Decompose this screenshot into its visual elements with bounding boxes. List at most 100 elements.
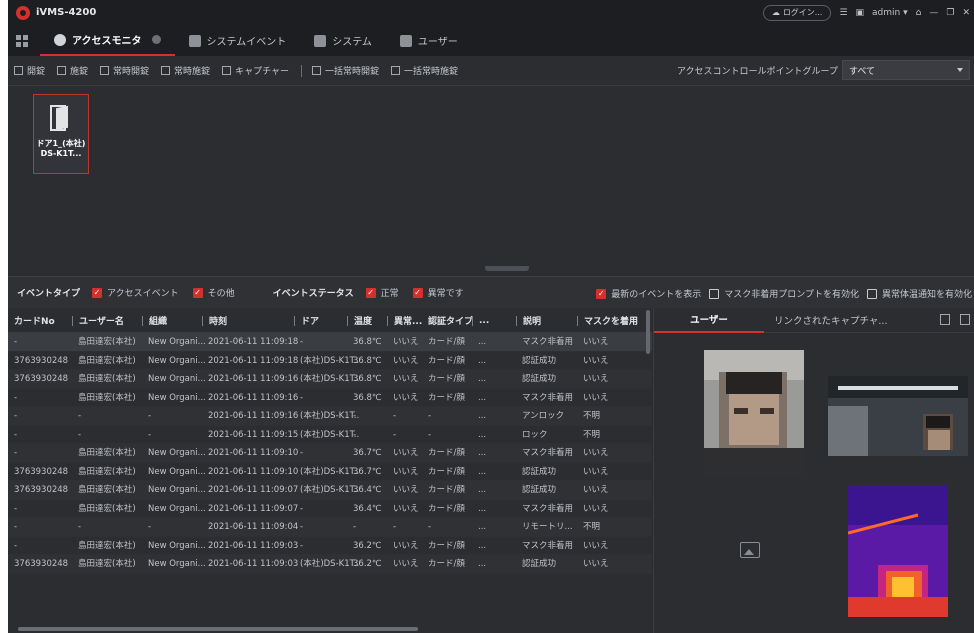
column-header-label: マスクを着用 (584, 317, 639, 327)
tab-close-icon[interactable] (151, 35, 161, 44)
table-header: カードNo ユーザー名 組織 時刻 ドア 温度 異常... 認証タイプ... 説明 マスクを着用 (8, 308, 652, 333)
table-row[interactable]: - 島田達宏(本社) New Organi... 2021-06-11 11:09:1… (8, 389, 652, 407)
mask-prompt-checkbox[interactable]: マスク非着用プロンプトを有効化 (709, 287, 859, 300)
capture-button[interactable]: キャプチャー (222, 64, 289, 77)
tab-user[interactable]: ユーザー (386, 25, 472, 56)
table-horizontal-scrollbar[interactable] (18, 627, 418, 631)
table-row[interactable]: - - -2021-06-11 11:09:16 (本社)DS-K1T... - - -..… (8, 407, 652, 426)
cloud-icon: ☁ (771, 8, 780, 17)
cell-organization: - (148, 522, 152, 532)
table-row[interactable]: 3763930248 島田達宏(本社) New Organi... 2021-06-1… (8, 481, 652, 500)
table-row[interactable]: - - -2021-06-11 11:09:15 (本社)DS-K1T... - - -..… (8, 426, 652, 444)
cell-door: - (300, 448, 304, 458)
table-row[interactable]: - 島田達宏(本社) New Organi... 2021-06-11 11:09:1… (8, 444, 652, 463)
detail-tabs: ユーザー リンクされたキャプチャ... (654, 308, 974, 333)
table-vertical-scrollbar[interactable] (646, 310, 650, 354)
cell-mask: いいえ (583, 485, 609, 495)
cell-organization: New Organi... (148, 559, 206, 569)
all-remain-closed-button[interactable]: 一括常時施錠 (391, 64, 458, 77)
cell-temperature: - (353, 411, 357, 421)
remain-closed-button[interactable]: 常時施錠 (161, 64, 210, 77)
table-body: - 島田達宏(本社) New Organi... 2021-06-11 11:09:1… (8, 333, 652, 574)
abnormal-temp-checkbox[interactable]: 異常体温通知を有効化 (866, 287, 972, 300)
list-icon[interactable]: ☰ (839, 8, 847, 18)
cell-more: ... (478, 355, 487, 366)
close-door-button[interactable]: 施錠 (57, 64, 88, 77)
door-tile[interactable]: ドア1_(本社) DS-K1T... (33, 94, 89, 174)
column-header-time[interactable]: 時刻 (202, 308, 304, 333)
screen-icon[interactable]: ▣ (856, 8, 865, 18)
cell-more: ... (478, 429, 487, 440)
checkbox-label: 異常です (427, 289, 464, 299)
checkbox-label: 異常体温通知を有効化 (881, 290, 972, 300)
cell-auth-type: カード/顔 (428, 559, 465, 569)
minimize-icon[interactable]: — (929, 8, 938, 18)
maximize-icon[interactable]: ❐ (946, 8, 954, 18)
tab-system[interactable]: システム (300, 25, 386, 56)
user-menu[interactable]: admin ▾ (872, 8, 908, 18)
document-icon[interactable] (940, 314, 950, 325)
tab-user-detail[interactable]: ユーザー (654, 308, 764, 333)
cell-abnormal: いいえ (393, 485, 419, 495)
show-latest-checkbox[interactable]: ✓ 最新のイベントを表示 (596, 287, 701, 300)
cell-card-no: 3763930248 (14, 485, 69, 495)
tab-linked-capture[interactable]: リンクされたキャプチャ... (764, 308, 897, 333)
column-header-description[interactable]: 説明 (516, 308, 574, 333)
group-value: すべて (849, 66, 876, 77)
column-header-auth-type[interactable]: 認証タイプ (422, 308, 472, 333)
table-row[interactable]: 3763930248 島田達宏(本社) New Organi... 2021-06-1… (8, 555, 652, 574)
table-row[interactable]: 3763930248 島田達宏(本社) New Organi... 2021-06-1… (8, 463, 652, 481)
column-header-temperature[interactable]: 温度 (347, 308, 387, 333)
column-header-mask[interactable]: マスクを着用 (577, 308, 639, 333)
remain-open-button[interactable]: 常時開錠 (100, 64, 149, 77)
cell-temperature: 36.8℃ (353, 374, 382, 384)
column-header-label: 温度 (354, 317, 373, 327)
cell-door: (本社)DS-K1T... (300, 485, 360, 495)
other-event-checkbox[interactable]: ✓ その他 (192, 286, 235, 299)
cell-description: 認証成功 (522, 559, 557, 569)
panel-collapse-handle[interactable] (485, 266, 529, 271)
cell-card-no: - (14, 522, 18, 532)
table-row[interactable]: - 島田達宏(本社) New Organi... 2021-06-11 11:09:1… (8, 333, 652, 352)
table-row[interactable]: 3763930248 島田達宏(本社) New Organi... 2021-06-1… (8, 352, 652, 370)
all-remain-open-button[interactable]: 一括常時開錠 (311, 64, 379, 77)
user-face-photo (704, 350, 804, 475)
cell-user-name: - (78, 411, 82, 421)
cell-card-no: - (14, 503, 18, 514)
cell-abnormal: いいえ (393, 503, 419, 514)
column-header-user-name[interactable]: ユーザー名 (72, 308, 140, 333)
cell-user-name: 島田達宏(本社) (78, 503, 136, 514)
table-row[interactable]: - 島田達宏(本社) New Organi... 2021-06-11 11:09:0… (8, 500, 652, 518)
expand-icon[interactable] (960, 314, 970, 325)
close-icon[interactable]: ✕ (962, 8, 970, 18)
cell-user-name: 島田達宏(本社) (78, 559, 136, 569)
column-header-more[interactable]: ... (472, 308, 498, 333)
checkbox-checked-icon: ✓ (92, 287, 103, 298)
table-row[interactable]: - 島田達宏(本社) New Organi... 2021-06-11 11:09:0… (8, 537, 652, 555)
tab-system-event[interactable]: システムイベント (175, 25, 301, 56)
modules-grid-icon[interactable] (16, 34, 28, 47)
abnormal-status-checkbox[interactable]: ✓ 異常です (412, 286, 464, 299)
table-row[interactable]: - - -2021-06-11 11:09:04- - - -... リモートリ... 不明 (8, 518, 652, 537)
checkbox-label: その他 (207, 289, 235, 299)
normal-status-checkbox[interactable]: ✓ 正常 (365, 286, 399, 299)
cell-mask: いいえ (583, 540, 609, 551)
group-select[interactable]: すべて (842, 60, 970, 80)
button-label: 一括常時施錠 (404, 67, 459, 77)
lock-icon[interactable]: ⌂ (916, 8, 922, 18)
cell-abnormal: いいえ (393, 540, 419, 551)
cell-description: アンロック (522, 411, 565, 421)
cell-organization: New Organi... (148, 337, 206, 347)
checkbox-checked-icon: ✓ (365, 287, 376, 298)
open-door-button[interactable]: 開錠 (14, 64, 45, 77)
column-header-organization[interactable]: 組織 (142, 308, 208, 333)
app-logo-icon (16, 5, 30, 20)
access-event-checkbox[interactable]: ✓ アクセスイベント (92, 286, 179, 299)
table-row[interactable]: 3763930248 島田達宏(本社) New Organi... 2021-06-1… (8, 370, 652, 389)
tab-access-monitor[interactable]: アクセスモニタ (40, 25, 175, 56)
cell-more: ... (478, 503, 487, 514)
cell-abnormal: いいえ (393, 355, 419, 366)
door-panel: ドア1_(本社) DS-K1T... (8, 86, 974, 268)
login-button[interactable]: ☁ ログイン... (762, 4, 832, 21)
column-header-abnormal[interactable]: 異常... (387, 308, 425, 333)
